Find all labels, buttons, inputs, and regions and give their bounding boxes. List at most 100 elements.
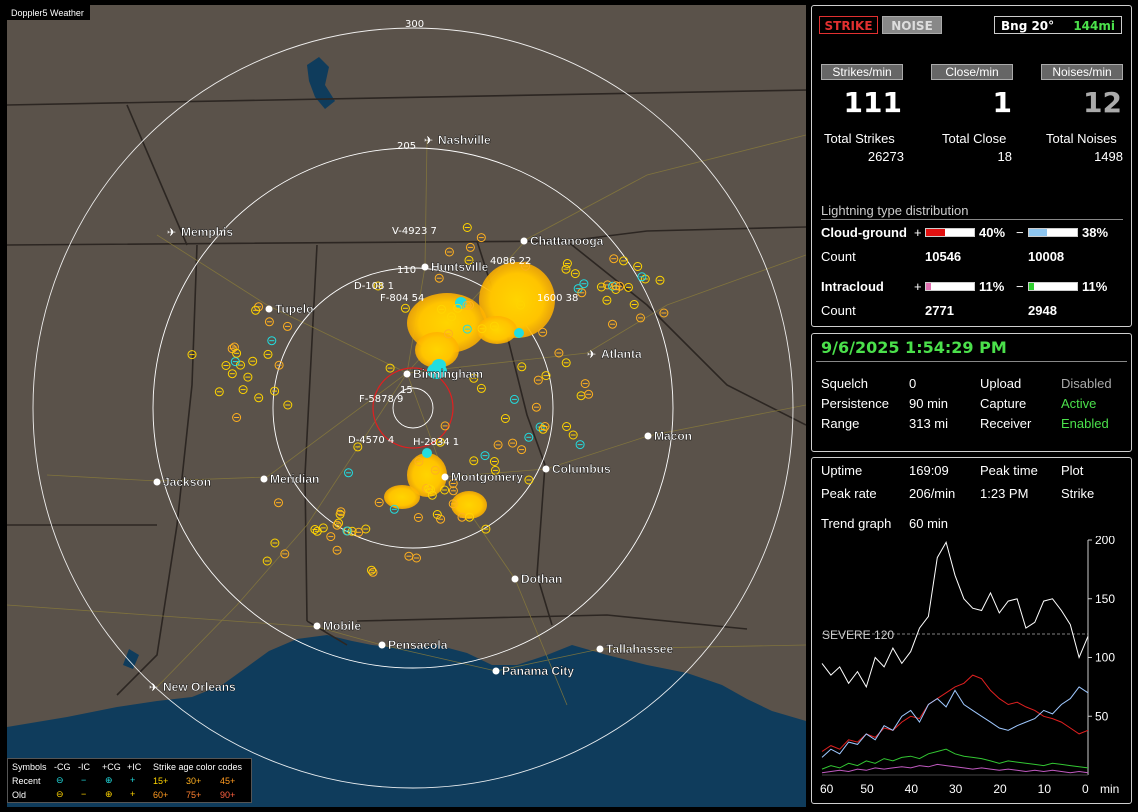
trend-graph-label: Trend graph bbox=[821, 516, 892, 531]
storm-label: D-108 1 bbox=[354, 281, 394, 292]
range-readout: 144mi bbox=[1073, 19, 1115, 33]
bearing-range-box: Bng 20° 144mi bbox=[994, 16, 1122, 34]
x-tick-label: 30 bbox=[949, 782, 963, 796]
receiver-label: Receiver bbox=[980, 416, 1032, 431]
legend-age-label: Strike age color codes bbox=[153, 762, 243, 772]
recent-pos-cg-icon: ⊕ bbox=[105, 775, 113, 785]
city-pensacola: Pensacola bbox=[378, 638, 448, 652]
distribution-divider bbox=[821, 219, 1123, 220]
lightning-map[interactable]: 300 205 110 15 ✈ NashvilleChattanooga✈ Mem… bbox=[7, 5, 806, 807]
city-label: Columbus bbox=[552, 462, 611, 476]
city-dot-icon bbox=[265, 305, 273, 313]
noises-per-min-label: Noises/min bbox=[1041, 64, 1123, 80]
cg-count-label: Count bbox=[821, 249, 856, 264]
city-label: New Orleans bbox=[163, 680, 236, 694]
city-panama-city: Panama City bbox=[492, 664, 575, 678]
range-ring-label: 110 bbox=[397, 265, 416, 276]
city-dot-icon bbox=[403, 370, 411, 378]
capture-label: Capture bbox=[980, 396, 1027, 411]
city-montgomery: Montgomery bbox=[441, 470, 524, 484]
ic-minus-sign: − bbox=[1016, 279, 1024, 294]
cg-positive-count: 10546 bbox=[925, 249, 962, 264]
storm-label: 1600 38 bbox=[537, 293, 578, 304]
city-label: Jackson bbox=[163, 475, 211, 489]
age-30: 30+ bbox=[186, 776, 202, 786]
recent-neg-ic-icon: − bbox=[81, 775, 87, 785]
total-strikes-label: Total Strikes bbox=[824, 131, 895, 146]
city-dot-icon bbox=[313, 622, 321, 630]
city-chattanooga: Chattanooga bbox=[520, 234, 604, 248]
trend-series-1 bbox=[821, 674, 1089, 752]
city-new-orleans: ✈ New Orleans bbox=[149, 680, 236, 694]
severe-threshold-label: SEVERE 120 bbox=[822, 628, 894, 642]
city-label: Huntsville bbox=[431, 260, 489, 274]
plot-value: Strike bbox=[1061, 486, 1095, 501]
close-per-min-label: Close/min bbox=[931, 64, 1013, 80]
city-dot-icon bbox=[520, 237, 528, 245]
strikes-per-min-value: 111 bbox=[843, 86, 902, 119]
cg-negative-bar bbox=[1028, 228, 1078, 237]
trend-chart: 2001501005060 50 40 30 20 10 0 minSEVERE 120 bbox=[820, 536, 1119, 796]
old-neg-ic-icon: − bbox=[81, 789, 87, 799]
airport-icon: ✈ bbox=[587, 348, 596, 361]
distribution-title: Lightning type distribution bbox=[821, 203, 969, 218]
trend-panel: Uptime 169:09 Peak time Plot Peak rate 2… bbox=[811, 457, 1132, 804]
airport-icon: ✈ bbox=[149, 681, 158, 694]
total-close-label: Total Close bbox=[942, 131, 1007, 146]
recent-neg-cg-icon: ⊖ bbox=[56, 775, 64, 785]
strike-tab[interactable]: STRIKE bbox=[819, 16, 878, 34]
old-pos-cg-icon: ⊕ bbox=[105, 789, 113, 799]
range-label: Range bbox=[821, 416, 860, 431]
ic-negative-count: 2948 bbox=[1028, 303, 1057, 318]
trend-series-0 bbox=[821, 541, 1089, 689]
city-meridian: Meridian bbox=[260, 472, 320, 486]
strike-stats-panel: STRIKE NOISE Bng 20° 144mi Strikes/min C… bbox=[811, 5, 1132, 327]
airport-icon: ✈ bbox=[424, 134, 433, 147]
intracloud-label: Intracloud bbox=[821, 279, 884, 294]
storm-label: D-4570 4 bbox=[348, 435, 394, 446]
city-label: Tallahassee bbox=[606, 642, 673, 656]
storm-label: F-5878 9 bbox=[359, 394, 403, 405]
legend-symbols-label: Symbols bbox=[12, 762, 47, 772]
cg-minus-sign: − bbox=[1016, 225, 1024, 240]
city-dot-icon bbox=[596, 645, 604, 653]
x-tick-label: 10 bbox=[1038, 782, 1052, 796]
x-tick-label: 40 bbox=[905, 782, 919, 796]
total-strikes-value: 26273 bbox=[867, 149, 904, 164]
upload-label: Upload bbox=[980, 376, 1022, 391]
x-unit-label: min bbox=[1100, 782, 1119, 796]
storm-label: V-4923 7 bbox=[392, 226, 437, 237]
persistence-value: 90 min bbox=[909, 396, 949, 411]
squelch-value: 0 bbox=[909, 376, 917, 391]
city-label: Dothan bbox=[521, 572, 562, 586]
city-label: Pensacola bbox=[388, 638, 448, 652]
persistence-label: Persistence bbox=[821, 396, 889, 411]
city-label: Memphis bbox=[181, 225, 233, 239]
storm-label: F-804 54 bbox=[380, 293, 424, 304]
datetime: 9/6/2025 1:54:29 PM bbox=[821, 338, 1007, 357]
city-dot-icon bbox=[644, 432, 652, 440]
trend-graph-value: 60 min bbox=[909, 516, 949, 531]
window-title: Doppler5 Weather bbox=[11, 8, 84, 18]
range-ring-label: 300 bbox=[405, 19, 424, 30]
cloud-ground-label: Cloud-ground bbox=[821, 225, 907, 240]
close-per-min-value: 1 bbox=[992, 86, 1012, 119]
peak-time-label: Peak time bbox=[980, 463, 1038, 478]
age-45: 45+ bbox=[220, 776, 236, 786]
y-tick-label: 50 bbox=[1095, 709, 1109, 723]
city-label: Tupelo bbox=[275, 302, 313, 316]
city-dot-icon bbox=[421, 263, 429, 271]
total-noises-value: 1498 bbox=[1094, 149, 1123, 164]
city-huntsville: Huntsville bbox=[421, 260, 489, 274]
city-label: Birmingham bbox=[413, 367, 483, 381]
peak-time-value: 1:23 PM bbox=[980, 486, 1029, 501]
status-divider bbox=[816, 361, 1127, 362]
city-tallahassee: Tallahassee bbox=[596, 642, 674, 656]
city-atlanta: ✈ Atlanta bbox=[587, 347, 642, 361]
y-tick-label: 150 bbox=[1095, 592, 1115, 606]
squelch-label: Squelch bbox=[821, 376, 868, 391]
city-label: Montgomery bbox=[451, 470, 523, 484]
noise-tab[interactable]: NOISE bbox=[882, 16, 942, 34]
legend-pos-cg: +CG bbox=[102, 762, 121, 772]
range-value: 313 mi bbox=[909, 416, 949, 431]
